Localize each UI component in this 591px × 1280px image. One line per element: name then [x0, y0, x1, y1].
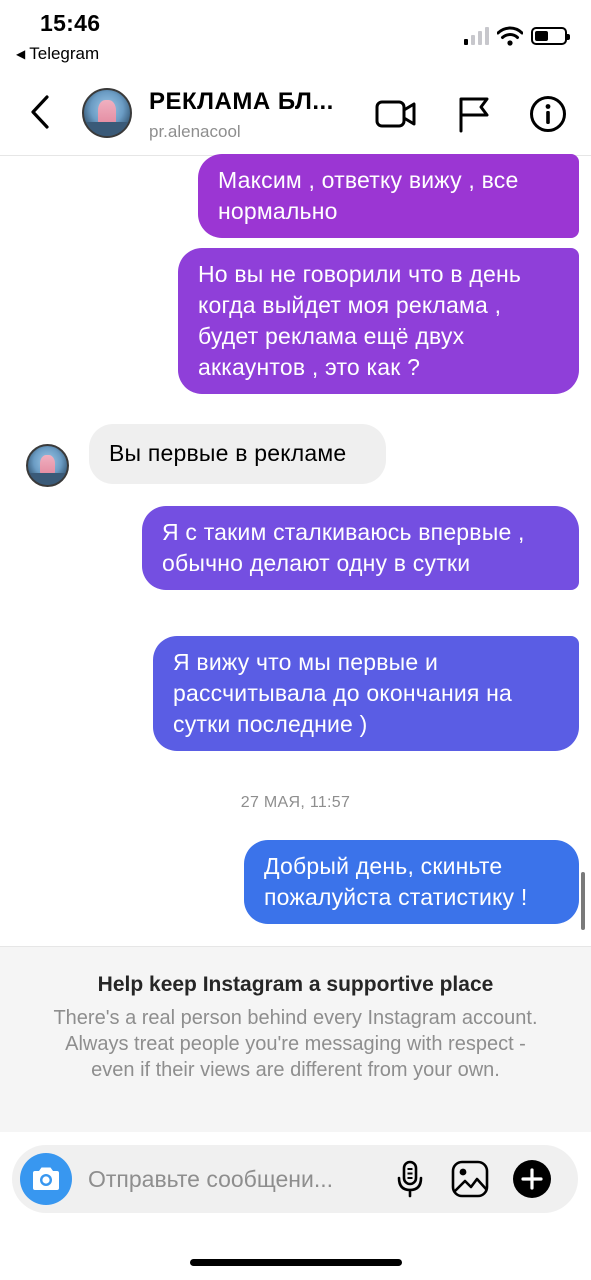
- gallery-icon: [451, 1160, 489, 1198]
- report-button[interactable]: [452, 92, 496, 136]
- back-button[interactable]: [20, 92, 60, 132]
- camera-icon: [33, 1167, 59, 1190]
- back-chevron-icon: [31, 95, 49, 129]
- contact-avatar[interactable]: [82, 88, 132, 138]
- microphone-icon: [397, 1160, 423, 1198]
- gallery-button[interactable]: [450, 1159, 490, 1199]
- contact-name[interactable]: РЕКЛАМА БЛ...: [149, 88, 334, 116]
- more-options-button[interactable]: [512, 1159, 552, 1199]
- sender-avatar[interactable]: [26, 444, 69, 487]
- video-call-icon: [375, 100, 416, 128]
- message-bubble-outgoing[interactable]: Я вижу что мы первые и рассчитывала до о…: [153, 636, 579, 751]
- add-icon: [513, 1160, 551, 1198]
- flag-icon: [459, 97, 489, 133]
- notice-body: There's a real person behind every Insta…: [53, 1007, 538, 1081]
- back-triangle-icon: ◀: [16, 47, 26, 61]
- message-bubble-incoming[interactable]: Вы первые в рекламе: [89, 424, 386, 484]
- message-bubble-outgoing[interactable]: Но вы не говорили что в день когда выйде…: [178, 248, 579, 394]
- camera-button[interactable]: [20, 1153, 72, 1205]
- status-icons: [464, 26, 570, 46]
- message-bubble-outgoing[interactable]: Я с таким сталкиваюсь впервые , обычно д…: [142, 506, 579, 590]
- status-bar: 15:46 ◀ Telegram: [0, 0, 591, 70]
- back-app-label: Telegram: [29, 44, 100, 63]
- back-to-app-link[interactable]: ◀ Telegram: [16, 44, 99, 64]
- message-input[interactable]: [88, 1159, 378, 1199]
- notice-title: Help keep Instagram a supportive place: [97, 973, 494, 996]
- scrollbar[interactable]: [581, 872, 585, 930]
- message-composer: [12, 1145, 578, 1213]
- status-time: 15:46: [40, 10, 101, 36]
- info-icon: [530, 96, 566, 132]
- video-call-button[interactable]: [374, 92, 418, 136]
- safety-notice: Help keep Instagram a supportive place T…: [0, 946, 591, 1132]
- message-bubble-outgoing[interactable]: Добрый день, скиньте пожалуйста статисти…: [244, 840, 579, 924]
- contact-username[interactable]: pr.alenacool: [149, 122, 241, 142]
- wifi-icon: [497, 26, 523, 46]
- signal-icon: [464, 27, 489, 45]
- info-button[interactable]: [526, 92, 570, 136]
- battery-icon: [531, 27, 570, 45]
- voice-message-button[interactable]: [390, 1159, 430, 1199]
- message-timestamp: 27 МАЯ, 11:57: [240, 794, 351, 811]
- home-indicator[interactable]: [190, 1259, 402, 1266]
- message-bubble-outgoing[interactable]: Максим , ответку вижу , все нормально: [198, 154, 579, 238]
- chat-header: РЕКЛАМА БЛ... pr.alenacool: [0, 76, 591, 156]
